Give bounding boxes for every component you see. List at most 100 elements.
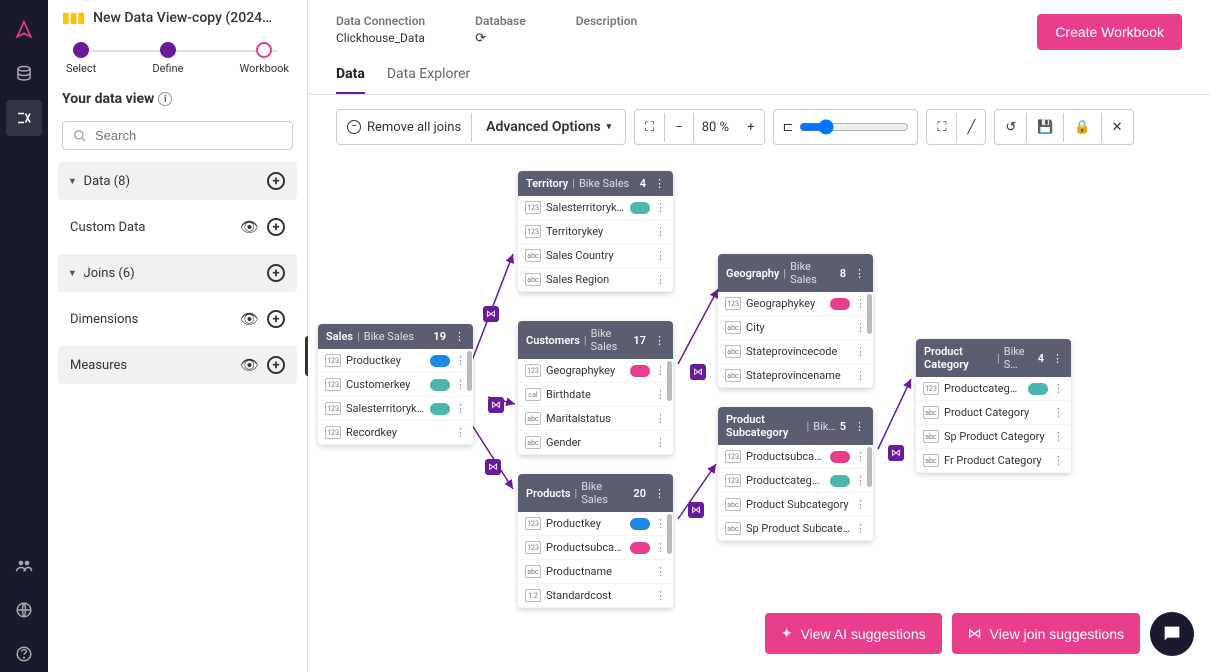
eye-icon[interactable]: 👁	[240, 356, 259, 374]
field-menu-icon[interactable]: ⋮	[1053, 382, 1064, 395]
add-custom-icon[interactable]: +	[267, 218, 285, 236]
field-row[interactable]: abcGender⋮	[518, 431, 673, 455]
field-menu-icon[interactable]: ⋮	[855, 369, 866, 382]
field-menu-icon[interactable]: ⋮	[655, 517, 666, 530]
field-row[interactable]: abcProduct Category⋮	[916, 401, 1071, 425]
join-badge[interactable]: ⋈	[483, 306, 499, 322]
field-menu-icon[interactable]: ⋮	[655, 436, 666, 449]
tab-data[interactable]: Data	[336, 56, 365, 94]
field-row[interactable]: abcSp Product Category⋮	[916, 425, 1071, 449]
field-row[interactable]: abcStateprovincecode⋮	[718, 340, 873, 364]
fit-icon[interactable]: ⛶	[635, 113, 665, 142]
field-menu-icon[interactable]: ⋮	[855, 297, 866, 310]
tab-data-explorer[interactable]: Data Explorer	[387, 56, 470, 94]
undo-button[interactable]: ↺	[995, 113, 1027, 142]
step-select[interactable]	[73, 42, 89, 58]
info-icon[interactable]: i	[158, 92, 172, 106]
panel-measures[interactable]: Measures 👁+	[58, 346, 297, 384]
scrollbar[interactable]	[467, 351, 472, 391]
field-row[interactable]: 123Productkey⋮	[318, 349, 473, 373]
table-territory[interactable]: Territory|Bike Sales4⋮123Salesterritoryk…	[518, 171, 673, 292]
join-badge[interactable]: ⋈	[690, 364, 706, 380]
field-menu-icon[interactable]: ⋮	[655, 541, 666, 554]
model-icon[interactable]	[6, 100, 42, 136]
field-row[interactable]: abcSales Region⋮	[518, 268, 673, 292]
globe-icon[interactable]	[6, 592, 42, 628]
panel-joins[interactable]: ▸Joins (6) +	[58, 254, 297, 292]
field-menu-icon[interactable]: ⋮	[655, 225, 666, 238]
table-product-category[interactable]: Product Category|Bike S…4⋮123Productcate…	[916, 339, 1071, 473]
chat-button[interactable]	[1150, 612, 1194, 656]
users-icon[interactable]	[6, 548, 42, 584]
field-menu-icon[interactable]: ⋮	[455, 378, 466, 391]
table-menu-icon[interactable]: ⋮	[854, 267, 865, 280]
field-menu-icon[interactable]: ⋮	[855, 522, 866, 535]
add-join-icon[interactable]: +	[267, 264, 285, 282]
lock-button[interactable]: 🔒	[1064, 113, 1101, 142]
field-row[interactable]: abcProduct Subcategory⋮	[718, 493, 873, 517]
table-menu-icon[interactable]: ⋮	[1052, 352, 1063, 365]
search-box[interactable]	[62, 121, 293, 150]
field-row[interactable]: abcSp Product Subcateg…⋮	[718, 517, 873, 541]
fullscreen-button[interactable]: ⛶	[927, 113, 957, 142]
panel-data[interactable]: ▸Data (8) +	[58, 162, 297, 200]
field-menu-icon[interactable]: ⋮	[655, 388, 666, 401]
panel-dimensions[interactable]: Dimensions 👁+	[58, 300, 297, 338]
field-menu-icon[interactable]: ⋮	[855, 498, 866, 511]
table-menu-icon[interactable]: ⋮	[654, 487, 665, 500]
view-join-suggestions-button[interactable]: ⋈View join suggestions	[952, 613, 1140, 654]
add-measure-icon[interactable]: +	[267, 356, 285, 374]
zoom-in-button[interactable]: +	[737, 113, 764, 142]
field-row[interactable]: 123Productcategoryk…⋮	[916, 377, 1071, 401]
field-menu-icon[interactable]: ⋮	[455, 354, 466, 367]
join-badge[interactable]: ⋈	[485, 459, 501, 475]
field-menu-icon[interactable]: ⋮	[855, 474, 866, 487]
field-menu-icon[interactable]: ⋮	[855, 321, 866, 334]
table-products[interactable]: Products|Bike Sales20⋮123Productkey⋮123P…	[518, 474, 673, 608]
field-row[interactable]: 123Productsubcat…⋮	[718, 445, 873, 469]
close-button[interactable]: ✕	[1102, 113, 1133, 142]
field-row[interactable]: 123Salesterritoryk…⋮	[318, 397, 473, 421]
table-menu-icon[interactable]: ⋮	[854, 420, 865, 433]
field-row[interactable]: abcMaritalstatus⋮	[518, 407, 673, 431]
table-menu-icon[interactable]: ⋮	[654, 334, 665, 347]
field-row[interactable]: abcFr Product Category⋮	[916, 449, 1071, 473]
field-row[interactable]: 123Customerkey⋮	[318, 373, 473, 397]
create-workbook-button[interactable]: Create Workbook	[1037, 14, 1182, 50]
field-menu-icon[interactable]: ⋮	[655, 589, 666, 602]
step-define[interactable]	[160, 42, 176, 58]
table-customers[interactable]: Customers|Bike Sales17⋮123Geographykey⋮c…	[518, 321, 673, 455]
field-row[interactable]: 123Productkey⋮	[518, 512, 673, 536]
scrollbar[interactable]	[667, 361, 672, 401]
join-badge[interactable]: ⋈	[888, 445, 904, 461]
field-row[interactable]: abcStateprovincename⋮	[718, 364, 873, 388]
step-workbook[interactable]	[256, 42, 272, 58]
table-geography[interactable]: Geography|Bike Sales8⋮123Geographykey⋮ab…	[718, 254, 873, 388]
field-menu-icon[interactable]: ⋮	[655, 249, 666, 262]
field-menu-icon[interactable]: ⋮	[655, 201, 666, 214]
join-badge[interactable]: ⋈	[488, 397, 504, 413]
table-menu-icon[interactable]: ⋮	[654, 177, 665, 190]
schema-canvas[interactable]: ⋈ ⋈ ⋈ ⋈ ⋈ ⋈ Sales|Bike Sales19⋮123Produc…	[308, 159, 1210, 672]
panel-custom-data[interactable]: Custom Data 👁+	[58, 208, 297, 246]
spacing-slider[interactable]	[799, 119, 909, 135]
scrollbar[interactable]	[867, 294, 872, 334]
save-button[interactable]: 💾	[1027, 113, 1064, 142]
field-row[interactable]: abcCity⋮	[718, 316, 873, 340]
field-menu-icon[interactable]: ⋮	[455, 402, 466, 415]
field-menu-icon[interactable]: ⋮	[655, 273, 666, 286]
field-row[interactable]: 1.2Standardcost⋮	[518, 584, 673, 608]
join-badge[interactable]: ⋈	[688, 502, 704, 518]
field-row[interactable]: 123Geographykey⋮	[718, 292, 873, 316]
field-menu-icon[interactable]: ⋮	[655, 364, 666, 377]
field-row[interactable]: 123Geographykey⋮	[518, 359, 673, 383]
advanced-options-dropdown[interactable]: Advanced Options ▾	[472, 111, 625, 143]
scrollbar[interactable]	[667, 514, 672, 554]
line-toggle-button[interactable]: ╱	[957, 113, 985, 142]
refresh-icon[interactable]: ⟳	[475, 31, 486, 46]
help-icon[interactable]	[6, 636, 42, 672]
field-menu-icon[interactable]: ⋮	[1053, 406, 1064, 419]
add-dim-icon[interactable]: +	[267, 310, 285, 328]
db-icon[interactable]	[6, 56, 42, 92]
field-menu-icon[interactable]: ⋮	[655, 412, 666, 425]
